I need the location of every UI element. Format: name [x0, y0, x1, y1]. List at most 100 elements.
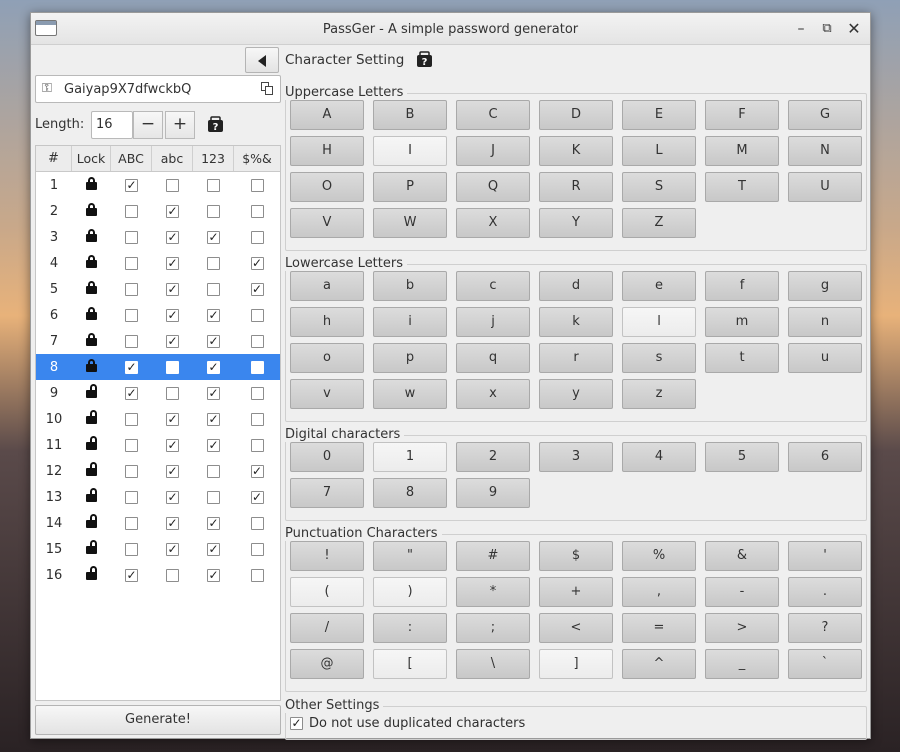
char-toggle-button[interactable]: i — [373, 307, 447, 337]
lock-toggle[interactable] — [72, 487, 111, 506]
lowercase-checkbox[interactable]: ✓ — [166, 438, 179, 452]
lock-toggle[interactable] — [72, 435, 111, 454]
char-toggle-button[interactable]: d — [539, 271, 613, 301]
char-toggle-button[interactable]: o — [290, 343, 364, 373]
char-toggle-button[interactable]: g — [788, 271, 862, 301]
uppercase-checkbox[interactable]: ✓ — [125, 360, 138, 374]
char-toggle-button[interactable]: T — [705, 172, 779, 202]
char-toggle-button[interactable]: M — [705, 136, 779, 166]
lock-toggle[interactable] — [72, 176, 111, 194]
table-row[interactable]: 8 ✓ ✓ — [36, 354, 280, 380]
char-toggle-button[interactable]: R — [539, 172, 613, 202]
char-toggle-button[interactable]: / — [290, 613, 364, 643]
help-icon[interactable]: ? — [416, 51, 433, 68]
table-row[interactable]: 7 ✓ ✓ — [36, 328, 280, 354]
char-toggle-button[interactable]: [ — [373, 649, 447, 679]
lowercase-checkbox[interactable]: ✓ — [166, 256, 179, 270]
char-toggle-button[interactable]: = — [622, 613, 696, 643]
table-row[interactable]: 3 ✓ ✓ — [36, 224, 280, 250]
close-icon[interactable]: ✕ — [844, 19, 864, 39]
uppercase-checkbox[interactable] — [125, 308, 138, 322]
char-toggle-button[interactable]: j — [456, 307, 530, 337]
punct-checkbox[interactable]: ✓ — [250, 282, 264, 296]
digits-checkbox[interactable]: ✓ — [207, 438, 220, 452]
char-toggle-button[interactable]: r — [539, 343, 613, 373]
char-toggle-button[interactable]: $ — [539, 541, 613, 571]
lock-toggle[interactable] — [72, 202, 111, 220]
char-toggle-button[interactable]: k — [539, 307, 613, 337]
char-toggle-button[interactable]: ( — [290, 577, 364, 607]
char-toggle-button[interactable]: ! — [290, 541, 364, 571]
table-row[interactable]: 9 ✓ ✓ — [36, 380, 280, 406]
minimize-icon[interactable]: – — [791, 19, 811, 39]
punct-checkbox[interactable] — [250, 178, 264, 192]
lowercase-checkbox[interactable]: ✓ — [166, 542, 179, 556]
length-increment-button[interactable]: + — [165, 111, 195, 139]
table-row[interactable]: 11 ✓ ✓ — [36, 432, 280, 458]
lowercase-checkbox[interactable]: ✓ — [166, 334, 179, 348]
char-toggle-button[interactable]: ) — [373, 577, 447, 607]
char-toggle-button[interactable]: n — [788, 307, 862, 337]
lowercase-checkbox[interactable]: ✓ — [166, 412, 179, 426]
char-toggle-button[interactable]: A — [290, 100, 364, 130]
char-toggle-button[interactable]: ` — [788, 649, 862, 679]
digits-checkbox[interactable]: ✓ — [207, 412, 220, 426]
digits-checkbox[interactable]: ✓ — [207, 516, 220, 530]
char-toggle-button[interactable]: b — [373, 271, 447, 301]
digits-checkbox[interactable] — [207, 464, 220, 478]
char-toggle-button[interactable]: s — [622, 343, 696, 373]
char-toggle-button[interactable]: - — [705, 577, 779, 607]
char-toggle-button[interactable]: 6 — [788, 442, 862, 472]
punct-checkbox[interactable] — [250, 568, 264, 582]
char-toggle-button[interactable]: , — [622, 577, 696, 607]
lock-toggle[interactable] — [72, 280, 111, 298]
table-row[interactable]: 1 ✓ — [36, 172, 280, 198]
punct-checkbox[interactable] — [250, 438, 264, 452]
char-toggle-button[interactable]: + — [539, 577, 613, 607]
lock-toggle[interactable] — [72, 513, 111, 532]
char-toggle-button[interactable]: z — [622, 379, 696, 409]
punct-checkbox[interactable] — [250, 230, 264, 244]
char-toggle-button[interactable]: S — [622, 172, 696, 202]
lock-toggle[interactable] — [72, 539, 111, 558]
punct-checkbox[interactable]: ✓ — [250, 256, 264, 270]
punct-checkbox[interactable] — [250, 412, 264, 426]
digits-checkbox[interactable] — [207, 282, 220, 296]
lock-toggle[interactable] — [72, 461, 111, 480]
table-row[interactable]: 2 ✓ — [36, 198, 280, 224]
char-toggle-button[interactable]: . — [788, 577, 862, 607]
lowercase-checkbox[interactable] — [166, 360, 179, 374]
char-toggle-button[interactable]: O — [290, 172, 364, 202]
lowercase-checkbox[interactable] — [166, 386, 179, 400]
punct-checkbox[interactable] — [250, 204, 264, 218]
digits-checkbox[interactable]: ✓ — [207, 386, 220, 400]
char-toggle-button[interactable]: w — [373, 379, 447, 409]
punct-checkbox[interactable] — [250, 334, 264, 348]
table-row[interactable]: 6 ✓ ✓ — [36, 302, 280, 328]
copy-icon[interactable] — [261, 82, 274, 96]
char-toggle-button[interactable]: L — [622, 136, 696, 166]
char-toggle-button[interactable]: " — [373, 541, 447, 571]
digits-checkbox[interactable] — [207, 490, 220, 504]
table-row[interactable]: 12 ✓ ✓ — [36, 458, 280, 484]
char-toggle-button[interactable]: % — [622, 541, 696, 571]
length-input[interactable]: 16 — [91, 111, 133, 139]
char-toggle-button[interactable]: C — [456, 100, 530, 130]
char-toggle-button[interactable]: 7 — [290, 478, 364, 508]
digits-checkbox[interactable]: ✓ — [207, 230, 220, 244]
char-toggle-button[interactable]: 2 — [456, 442, 530, 472]
char-toggle-button[interactable]: h — [290, 307, 364, 337]
char-toggle-button[interactable]: 3 — [539, 442, 613, 472]
lowercase-checkbox[interactable]: ✓ — [166, 516, 179, 530]
lock-toggle[interactable] — [72, 228, 111, 246]
punct-checkbox[interactable] — [250, 542, 264, 556]
uppercase-checkbox[interactable]: ✓ — [125, 386, 138, 400]
char-toggle-button[interactable]: F — [705, 100, 779, 130]
lock-toggle[interactable] — [72, 383, 111, 402]
char-toggle-button[interactable]: G — [788, 100, 862, 130]
uppercase-checkbox[interactable] — [125, 282, 138, 296]
char-toggle-button[interactable]: N — [788, 136, 862, 166]
lowercase-checkbox[interactable]: ✓ — [166, 308, 179, 322]
lock-toggle[interactable] — [72, 306, 111, 324]
back-arrow-icon[interactable] — [245, 47, 279, 73]
